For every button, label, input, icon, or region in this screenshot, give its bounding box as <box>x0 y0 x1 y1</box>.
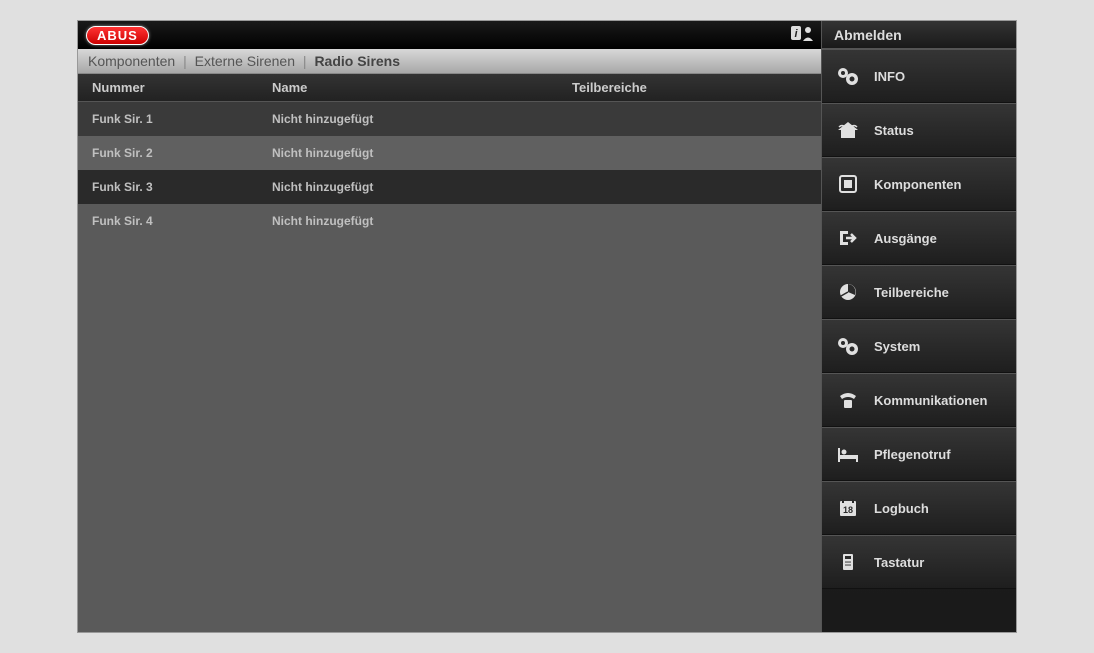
sidebar-item-tastatur[interactable]: Tastatur <box>822 535 1016 589</box>
sidebar: Abmelden INFO Status Komponenten Ausgäng <box>821 21 1016 632</box>
sidebar-item-komponenten[interactable]: Komponenten <box>822 157 1016 211</box>
gears-icon <box>834 64 862 88</box>
arrow-out-icon <box>834 226 862 250</box>
phone-icon <box>834 388 862 412</box>
sidebar-item-label: Pflegenotruf <box>874 447 951 462</box>
cell-number: Funk Sir. 1 <box>92 112 272 126</box>
cell-sub <box>572 214 807 228</box>
cell-name: Nicht hinzugefügt <box>272 214 572 228</box>
keypad-icon <box>834 550 862 574</box>
cell-sub <box>572 146 807 160</box>
svg-text:18: 18 <box>843 505 853 515</box>
col-header-name: Name <box>272 80 572 95</box>
sidebar-item-teilbereiche[interactable]: Teilbereiche <box>822 265 1016 319</box>
cell-name: Nicht hinzugefügt <box>272 112 572 126</box>
logout-link[interactable]: Abmelden <box>822 21 1016 49</box>
breadcrumb-sep: | <box>183 53 187 69</box>
cell-name: Nicht hinzugefügt <box>272 180 572 194</box>
table-body: Funk Sir. 1 Nicht hinzugefügt Funk Sir. … <box>78 102 821 632</box>
sidebar-item-ausgaenge[interactable]: Ausgänge <box>822 211 1016 265</box>
table-header: Nummer Name Teilbereiche <box>78 74 821 102</box>
sidebar-item-label: Ausgänge <box>874 231 937 246</box>
sidebar-item-info[interactable]: INFO <box>822 49 1016 103</box>
cell-number: Funk Sir. 2 <box>92 146 272 160</box>
sidebar-item-system[interactable]: System <box>822 319 1016 373</box>
breadcrumb-item[interactable]: Komponenten <box>88 53 175 69</box>
sidebar-item-label: Kommunikationen <box>874 393 987 408</box>
logo: ABUS <box>86 26 149 45</box>
sidebar-item-kommunikationen[interactable]: Kommunikationen <box>822 373 1016 427</box>
bed-icon <box>834 442 862 466</box>
table-row[interactable]: Funk Sir. 2 Nicht hinzugefügt <box>78 136 821 170</box>
gears-icon <box>834 334 862 358</box>
info-user-icon[interactable]: i <box>791 24 813 47</box>
logout-label: Abmelden <box>834 27 902 43</box>
component-icon <box>834 172 862 196</box>
sidebar-item-label: Logbuch <box>874 501 929 516</box>
sidebar-item-label: Tastatur <box>874 555 924 570</box>
pie-icon <box>834 280 862 304</box>
sidebar-item-label: Teilbereiche <box>874 285 949 300</box>
col-header-sub: Teilbereiche <box>572 80 807 95</box>
cell-sub <box>572 180 807 194</box>
calendar-icon: 18 <box>834 496 862 520</box>
sidebar-item-logbuch[interactable]: 18 Logbuch <box>822 481 1016 535</box>
cell-number: Funk Sir. 3 <box>92 180 272 194</box>
breadcrumb-sep: | <box>303 53 307 69</box>
sidebar-item-pflegenotruf[interactable]: Pflegenotruf <box>822 427 1016 481</box>
sidebar-item-label: Komponenten <box>874 177 961 192</box>
breadcrumb-item[interactable]: Externe Sirenen <box>195 53 295 69</box>
sidebar-item-status[interactable]: Status <box>822 103 1016 157</box>
cell-sub <box>572 112 807 126</box>
cell-number: Funk Sir. 4 <box>92 214 272 228</box>
sidebar-item-label: System <box>874 339 920 354</box>
table-row[interactable]: Funk Sir. 4 Nicht hinzugefügt <box>78 204 821 238</box>
main-area: ABUS i Komponenten | Externe Sirenen | R… <box>78 21 821 632</box>
top-bar: ABUS i <box>78 21 821 49</box>
col-header-number: Nummer <box>92 80 272 95</box>
table-row[interactable]: Funk Sir. 3 Nicht hinzugefügt <box>78 170 821 204</box>
sidebar-item-label: Status <box>874 123 914 138</box>
app-container: ABUS i Komponenten | Externe Sirenen | R… <box>77 20 1017 633</box>
logo-badge: ABUS <box>86 26 149 45</box>
breadcrumb-current: Radio Sirens <box>314 53 400 69</box>
breadcrumb: Komponenten | Externe Sirenen | Radio Si… <box>78 49 821 74</box>
house-icon <box>834 118 862 142</box>
sidebar-item-label: INFO <box>874 69 905 84</box>
cell-name: Nicht hinzugefügt <box>272 146 572 160</box>
table-row[interactable]: Funk Sir. 1 Nicht hinzugefügt <box>78 102 821 136</box>
